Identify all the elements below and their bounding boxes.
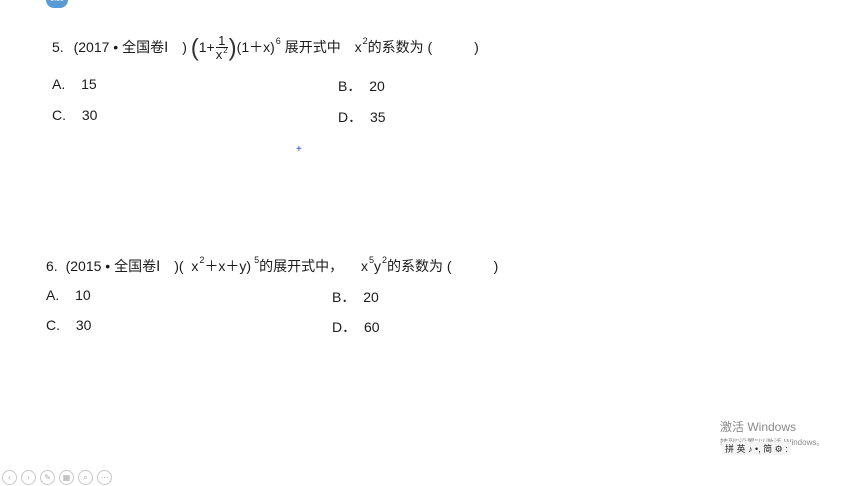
q5-tail: 的系数为 ( ) (367, 39, 479, 55)
option-label: B． (338, 78, 362, 94)
q5-fraction: 1 x2 (215, 34, 228, 63)
q5-option-c[interactable]: C. 30 (52, 107, 97, 123)
option-label: A. (46, 287, 60, 303)
option-value: 10 (75, 287, 91, 303)
question-6: 6. (2015 • 全国卷Ⅰ )( x2＋x＋y) 5的展开式中， x5y2的系… (46, 255, 498, 277)
zoom-icon[interactable]: ⌕ (78, 470, 93, 485)
time-badge: 0:00 (46, 0, 68, 8)
q5-frac-denominator: x2 (215, 45, 228, 62)
q6-option-c[interactable]: C. 30 (46, 317, 91, 333)
ime-toolbar[interactable]: 拼 英 ♪ •, 简 ⚙ : (722, 442, 791, 455)
q6-source: (2015 • 全国卷Ⅰ )( (65, 258, 184, 274)
q6-option-d[interactable]: D． 60 (332, 317, 380, 337)
option-label: A. (52, 76, 66, 92)
q6-number: 6. (46, 258, 58, 274)
question-5: 5. (2017 • 全国卷Ⅰ ) (1+ 1 x2)(1＋x)6 展开式中 x2的… (52, 32, 479, 62)
q6-option-b[interactable]: B． 20 (332, 287, 379, 307)
slides-icon[interactable]: ▦ (59, 470, 74, 485)
q5-expr-mid: (1＋x) (236, 39, 275, 55)
option-value: 20 (369, 78, 385, 94)
q5-expr-exponent: 6 (275, 36, 281, 46)
pen-icon[interactable]: ✎ (40, 470, 55, 485)
prev-slide-icon[interactable]: ‹ (2, 470, 17, 485)
q6-x-exponent: 2 (199, 255, 205, 265)
left-paren-icon: ( (190, 34, 199, 62)
q5-term: x2 (354, 36, 368, 55)
option-value: 60 (364, 319, 380, 335)
option-label: B． (332, 289, 356, 305)
watermark-title: 激活 Windows (720, 420, 797, 434)
option-label: D． (332, 319, 357, 335)
q6-stem: 的展开式中， (259, 258, 344, 274)
q6-option-a[interactable]: A. 10 (46, 287, 91, 303)
option-label: D． (338, 109, 363, 125)
q5-option-a[interactable]: A. 15 (52, 76, 97, 92)
q6-x-base: x (191, 258, 199, 274)
q6-tail: 的系数为 ( ) (387, 258, 499, 274)
option-label: C. (46, 317, 60, 333)
q5-option-d[interactable]: D． 35 (338, 107, 386, 127)
q5-number: 5. (52, 39, 64, 55)
more-icon[interactable]: ⋯ (97, 470, 112, 485)
option-value: 30 (81, 107, 98, 123)
option-label: C. (52, 107, 66, 123)
q5-source: (2017 • 全国卷Ⅰ ) (73, 39, 187, 55)
option-value: 35 (370, 109, 386, 125)
q6-poly-rest: ＋x＋y) (204, 258, 252, 274)
q5-expr-one: 1+ (198, 39, 215, 55)
slideshow-controls: ‹ › ✎ ▦ ⌕ ⋯ (2, 470, 112, 485)
next-slide-icon[interactable]: › (21, 470, 36, 485)
right-paren-icon: ) (228, 34, 237, 62)
option-value: 20 (363, 289, 379, 305)
q5-stem: 展开式中 (284, 39, 341, 55)
q6-poly-exponent: 5 (254, 255, 260, 265)
mouse-cursor-icon: + (296, 144, 302, 155)
q6-term: x5y2 (361, 255, 388, 274)
option-value: 15 (81, 76, 97, 92)
option-value: 30 (75, 317, 92, 333)
q5-option-b[interactable]: B． 20 (338, 76, 385, 96)
